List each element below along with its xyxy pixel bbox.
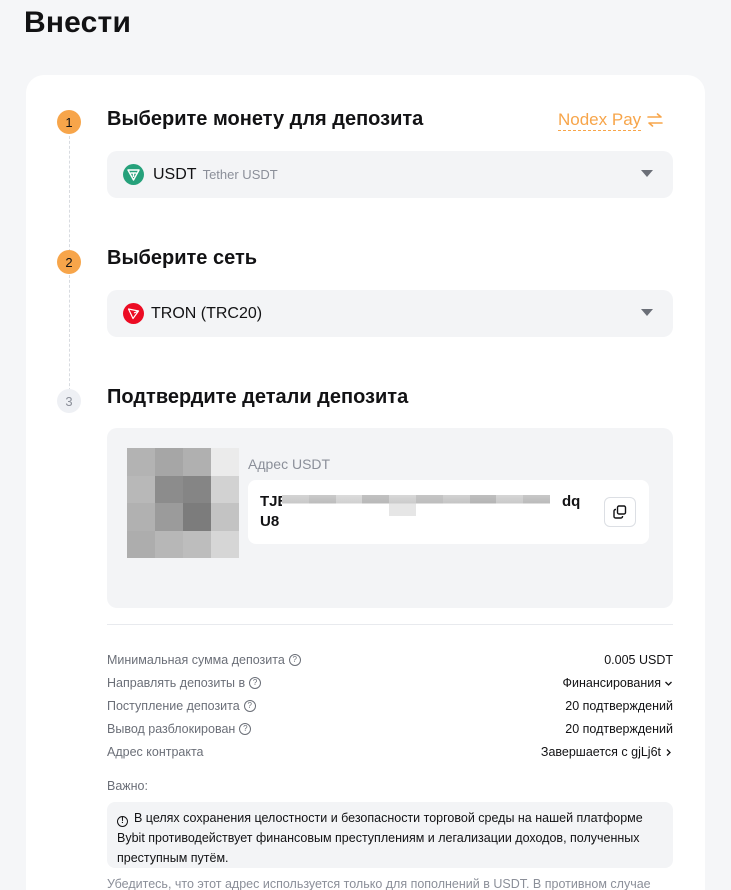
detail-value: 20 подтверждений: [565, 699, 673, 713]
coin-select[interactable]: USDT Tether USDT: [107, 151, 673, 198]
step-3-title: Подтвердите детали депозита: [107, 386, 409, 408]
page-title: Внести: [24, 6, 132, 39]
usdt-coin-icon: [123, 164, 144, 185]
help-icon[interactable]: ?: [288, 654, 301, 666]
compliance-notice: ! В целях сохранения целостности и безопа…: [107, 802, 673, 868]
detail-value: 0.005 USDT: [604, 653, 673, 667]
swap-arrows-icon: [647, 113, 663, 127]
detail-row-contract-address: Адрес контракта Завершается с gjLj6t: [107, 745, 673, 763]
detail-value: Завершается с gjLj6t: [540, 745, 661, 759]
detail-key: Вывод разблокирован: [107, 722, 236, 736]
step-2-title: Выберите сеть: [107, 247, 258, 269]
address-usage-footnote: Убедитесь, что этот адрес используется т…: [107, 877, 651, 890]
contract-address-link[interactable]: Завершается с gjLj6t: [541, 745, 673, 759]
deposit-details-panel: Адрес USDT TJE dq U8: [107, 428, 673, 608]
notice-text: В целях сохранения целостности и безопас…: [117, 811, 643, 865]
caret-down-icon: [641, 309, 653, 316]
caret-down-icon: [641, 170, 653, 177]
step-1-title: Выберите монету для депозита: [107, 108, 424, 130]
tron-network-icon: [123, 303, 144, 324]
detail-key: Минимальная сумма депозита: [107, 653, 285, 667]
detail-row-deposit-destination: Направлять депозиты в? Финансирования: [107, 676, 673, 694]
network-select[interactable]: TRON (TRC20): [107, 290, 673, 337]
step-1-badge: 1: [57, 110, 81, 134]
help-icon[interactable]: ?: [249, 677, 262, 689]
step-connector-2: [69, 275, 70, 391]
section-divider: [107, 624, 673, 625]
qr-code-image: [127, 448, 239, 558]
detail-key: Направлять депозиты в: [107, 676, 246, 690]
step-connector-1: [69, 136, 70, 252]
detail-row-withdrawal-unlock: Вывод разблокирован? 20 подтверждений: [107, 722, 673, 740]
nodex-pay-label: Nodex Pay: [558, 110, 642, 131]
address-label: Адрес USDT: [248, 456, 331, 472]
detail-row-min-deposit: Минимальная сумма депозита? 0.005 USDT: [107, 653, 673, 671]
address-box: TJE dq U8: [248, 480, 649, 544]
deposit-destination-dropdown[interactable]: Финансирования: [563, 676, 674, 690]
step-2-badge: 2: [57, 250, 81, 274]
nodex-pay-switch-link[interactable]: Nodex Pay: [558, 109, 663, 131]
detail-value: Финансирования: [562, 676, 662, 690]
address-line-2: U8: [260, 513, 280, 530]
detail-row-deposit-arrival: Поступление депозита? 20 подтверждений: [107, 699, 673, 717]
help-icon[interactable]: ?: [239, 723, 252, 735]
important-label: Важно:: [107, 779, 148, 793]
coin-symbol: USDT: [153, 165, 197, 183]
copy-icon: [613, 505, 627, 519]
warning-icon: !: [117, 815, 128, 827]
address-end: dq: [562, 493, 581, 510]
address-redacted-block: [282, 488, 550, 516]
chevron-right-icon: [666, 748, 671, 756]
chevron-down-icon: [665, 681, 672, 686]
detail-key: Адрес контракта: [107, 745, 204, 759]
detail-value: 20 подтверждений: [565, 722, 673, 736]
help-icon[interactable]: ?: [243, 700, 256, 712]
network-name: TRON (TRC20): [151, 304, 263, 322]
copy-address-button[interactable]: [604, 497, 636, 527]
detail-key: Поступление депозита: [107, 699, 240, 713]
coin-full-name: Tether USDT: [202, 167, 278, 182]
step-3-badge: 3: [57, 389, 81, 413]
